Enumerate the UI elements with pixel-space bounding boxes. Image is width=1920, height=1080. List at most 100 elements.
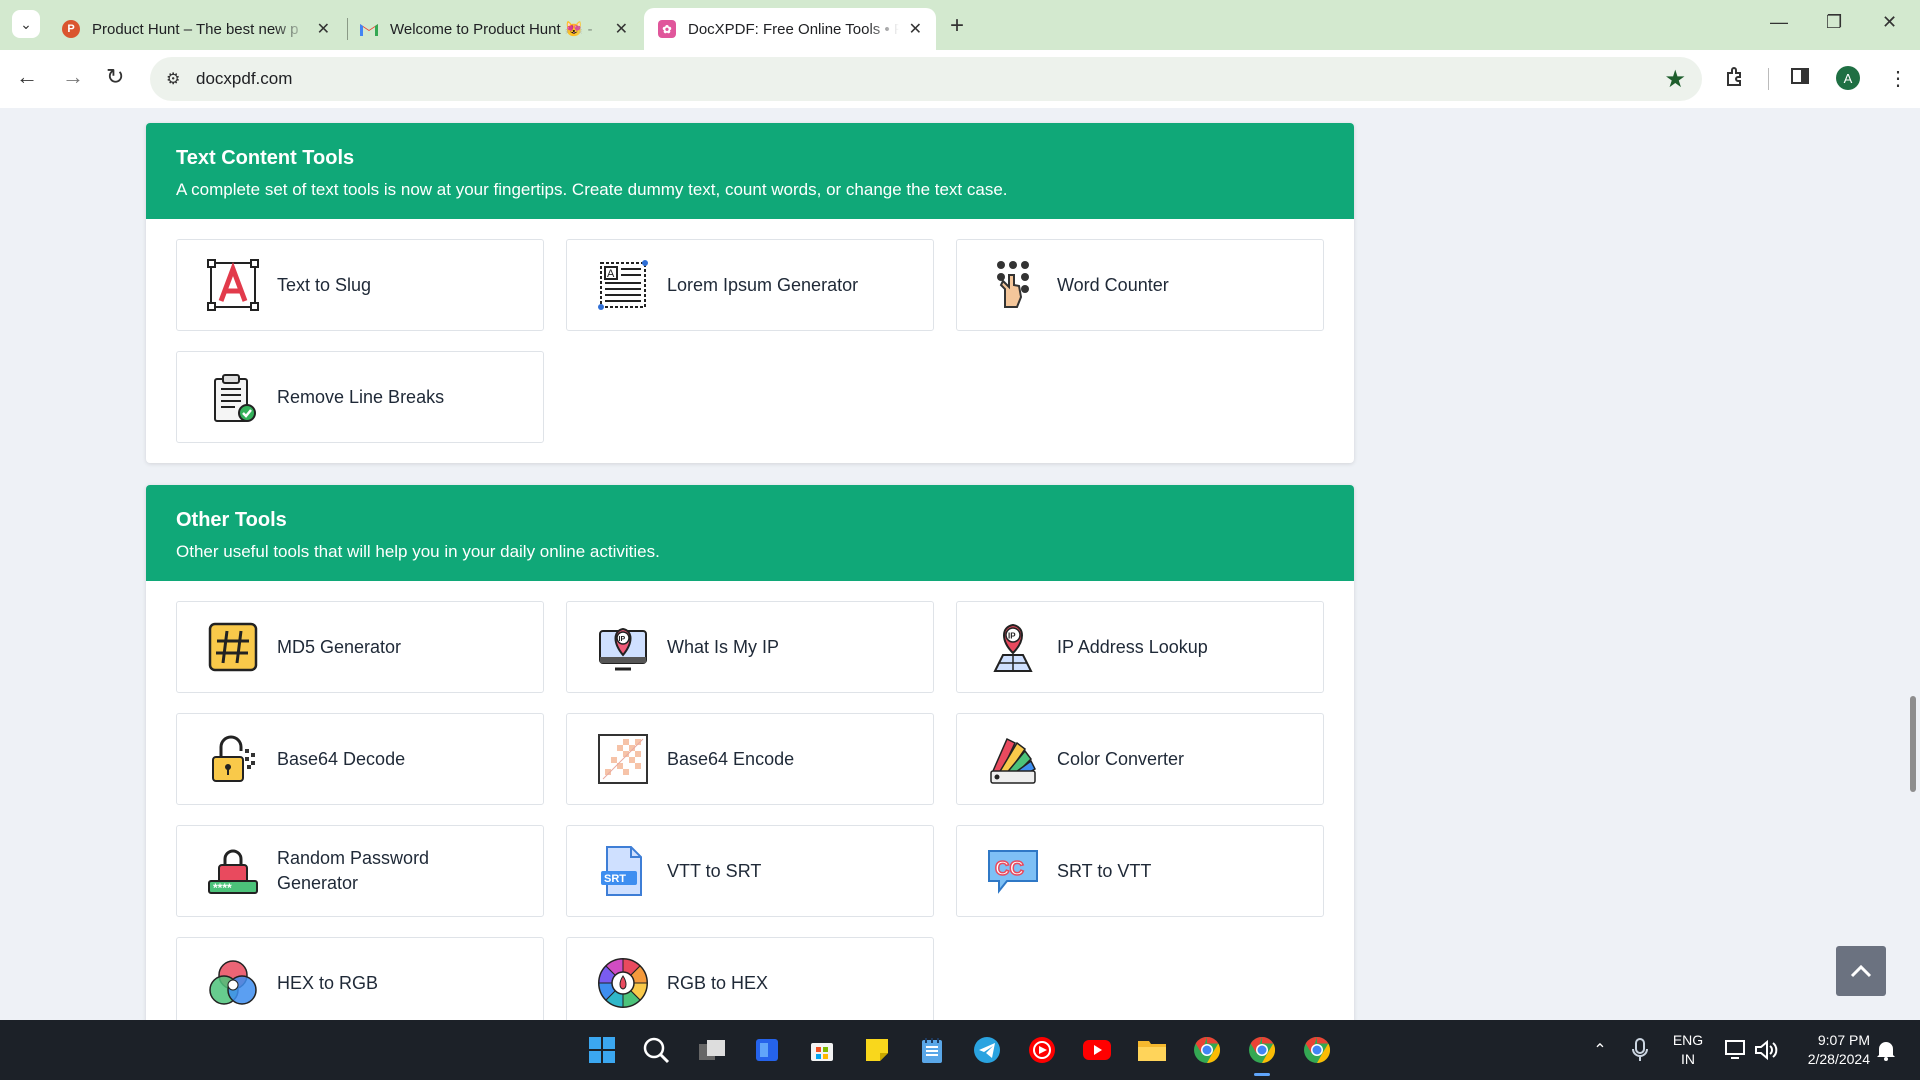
monitor-ip-icon: IP	[597, 621, 649, 673]
notification-bell-icon[interactable]	[1870, 1034, 1902, 1066]
lorem-ipsum-icon: A	[597, 259, 649, 311]
password-lock-icon: ****	[207, 845, 259, 897]
tool-card-md5-generator[interactable]: MD5 Generator	[176, 601, 544, 693]
forward-button[interactable]: →	[62, 64, 84, 90]
chevron-down-icon: ⌄	[20, 15, 32, 32]
chrome-active-icon[interactable]	[1246, 1034, 1278, 1066]
youtube-music-icon[interactable]	[1026, 1034, 1058, 1066]
close-icon[interactable]: ✕	[615, 19, 628, 39]
rgb-circles-icon	[207, 957, 259, 1009]
svg-text:A: A	[607, 268, 615, 280]
tool-card-lorem-ipsum[interactable]: A Lorem Ipsum Generator	[566, 239, 934, 331]
tool-label: MD5 Generator	[277, 636, 402, 657]
srt-file-icon: SRT	[597, 845, 649, 897]
tool-label: HEX to RGB	[277, 972, 379, 993]
tab-docxpdf[interactable]: ✿ DocXPDF: Free Online Tools • Fr ✕	[644, 8, 936, 50]
tab-product-hunt[interactable]: P Product Hunt – The best new p ✕	[48, 8, 344, 50]
section-header: Other Tools Other useful tools that will…	[146, 485, 1354, 581]
region-label: IN	[1681, 1051, 1695, 1067]
word-counter-icon	[987, 259, 1039, 311]
text-content-tools-section: Text Content Tools A complete set of tex…	[146, 123, 1354, 463]
tool-card-random-password-generator[interactable]: **** Random Password Generator	[176, 825, 544, 917]
telegram-icon[interactable]	[971, 1034, 1003, 1066]
microphone-icon[interactable]	[1624, 1034, 1656, 1066]
svg-text:****: ****	[213, 881, 232, 895]
tool-card-base64-decode[interactable]: Base64 Decode	[176, 713, 544, 805]
side-panel-icon[interactable]	[1790, 66, 1810, 92]
scrollbar-thumb[interactable]	[1910, 696, 1916, 792]
section-description: Other useful tools that will help you in…	[176, 542, 660, 561]
tool-card-text-to-slug[interactable]: Text to Slug	[176, 239, 544, 331]
tool-label: Random Password Generator	[277, 848, 430, 893]
tool-card-srt-to-vtt[interactable]: CC SRT to VTT	[956, 825, 1324, 917]
date-label: 2/28/2024	[1807, 1051, 1870, 1067]
time-label: 9:07 PM	[1817, 1032, 1870, 1048]
chrome-alt-icon[interactable]	[1301, 1034, 1333, 1066]
menu-kebab-icon[interactable]: ⋮	[1888, 66, 1908, 91]
text-slug-icon	[207, 259, 259, 311]
windows-taskbar: ⌃ ENG IN 9:07 PM 2/28/2024	[0, 1020, 1920, 1080]
url-text[interactable]: docxpdf.com	[196, 69, 292, 89]
svg-text:CC: CC	[995, 858, 1024, 880]
youtube-icon[interactable]	[1081, 1034, 1113, 1066]
back-button[interactable]: ←	[16, 64, 38, 90]
new-tab-button[interactable]: +	[950, 12, 964, 40]
reload-button[interactable]: ↻	[106, 64, 124, 90]
language-indicator[interactable]: ENG IN	[1666, 1031, 1710, 1069]
chevron-up-icon	[1850, 964, 1872, 978]
language-label: ENG	[1672, 1032, 1704, 1048]
tool-card-what-is-my-ip[interactable]: IP What Is My IP	[566, 601, 934, 693]
tool-card-word-counter[interactable]: Word Counter	[956, 239, 1324, 331]
chrome-profile-icon[interactable]	[1191, 1034, 1223, 1066]
tool-card-base64-encode[interactable]: Base64 Encode	[566, 713, 934, 805]
page-viewport: Text Content Tools A complete set of tex…	[0, 108, 1920, 1020]
network-icon[interactable]	[1720, 1034, 1752, 1066]
profile-avatar[interactable]: A	[1836, 66, 1860, 90]
window-close-button[interactable]: ✕	[1882, 12, 1897, 33]
tool-card-ip-address-lookup[interactable]: IP IP Address Lookup	[956, 601, 1324, 693]
color-swatch-icon	[987, 733, 1039, 785]
docxpdf-icon: ✿	[658, 20, 676, 38]
section-description: A complete set of text tools is now at y…	[176, 180, 1008, 199]
toolbar-divider	[1768, 68, 1769, 90]
tool-label: Word Counter	[1057, 274, 1169, 295]
minimize-button[interactable]: —	[1770, 12, 1788, 33]
tab-gmail[interactable]: Welcome to Product Hunt 😻 - ✕	[346, 8, 642, 50]
widgets-icon[interactable]	[751, 1034, 783, 1066]
file-explorer-icon[interactable]	[1136, 1034, 1168, 1066]
tab-title: DocXPDF: Free Online Tools • Fr	[688, 20, 899, 38]
address-bar[interactable]: ⚙ docxpdf.com ★	[150, 57, 1702, 101]
tool-card-remove-line-breaks[interactable]: Remove Line Breaks	[176, 351, 544, 443]
section-header: Text Content Tools A complete set of tex…	[146, 123, 1354, 219]
section-title: Other Tools	[176, 509, 287, 531]
chevron-up-icon[interactable]: ⌃	[1584, 1034, 1616, 1066]
browser-toolbar: ← → ↻ ⚙ docxpdf.com ★ A ⋮	[0, 50, 1920, 108]
task-view-icon[interactable]	[696, 1034, 728, 1066]
gmail-icon	[360, 20, 378, 38]
close-icon[interactable]: ✕	[909, 19, 922, 39]
tab-search-button[interactable]: ⌄	[12, 10, 40, 38]
volume-icon[interactable]	[1750, 1034, 1782, 1066]
tab-strip: ⌄ P Product Hunt – The best new p ✕ Welc…	[0, 0, 1920, 50]
tool-card-hex-to-rgb[interactable]: HEX to RGB	[176, 937, 544, 1020]
svg-text:IP: IP	[619, 636, 626, 643]
clock[interactable]: 9:07 PM 2/28/2024	[1790, 1031, 1870, 1069]
tool-label: SRT to VTT	[1057, 860, 1152, 881]
windows-start-icon[interactable]	[586, 1034, 618, 1066]
extensions-icon[interactable]	[1724, 66, 1746, 94]
microsoft-store-icon[interactable]	[806, 1034, 838, 1066]
sticky-notes-icon[interactable]	[861, 1034, 893, 1066]
tool-card-color-converter[interactable]: Color Converter	[956, 713, 1324, 805]
other-tools-section: Other Tools Other useful tools that will…	[146, 485, 1354, 1020]
clipboard-check-icon	[207, 371, 259, 423]
search-icon[interactable]	[640, 1034, 672, 1066]
restore-button[interactable]: ❐	[1826, 12, 1842, 33]
site-info-icon[interactable]: ⚙	[166, 69, 180, 89]
tool-card-rgb-to-hex[interactable]: RGB to HEX	[566, 937, 934, 1020]
scroll-to-top-button[interactable]	[1836, 946, 1886, 996]
notepad-icon[interactable]	[916, 1034, 948, 1066]
bookmark-star-icon[interactable]: ★	[1664, 65, 1686, 94]
close-icon[interactable]: ✕	[317, 19, 330, 39]
tool-label: Color Converter	[1057, 748, 1185, 769]
tool-card-vtt-to-srt[interactable]: SRT VTT to SRT	[566, 825, 934, 917]
